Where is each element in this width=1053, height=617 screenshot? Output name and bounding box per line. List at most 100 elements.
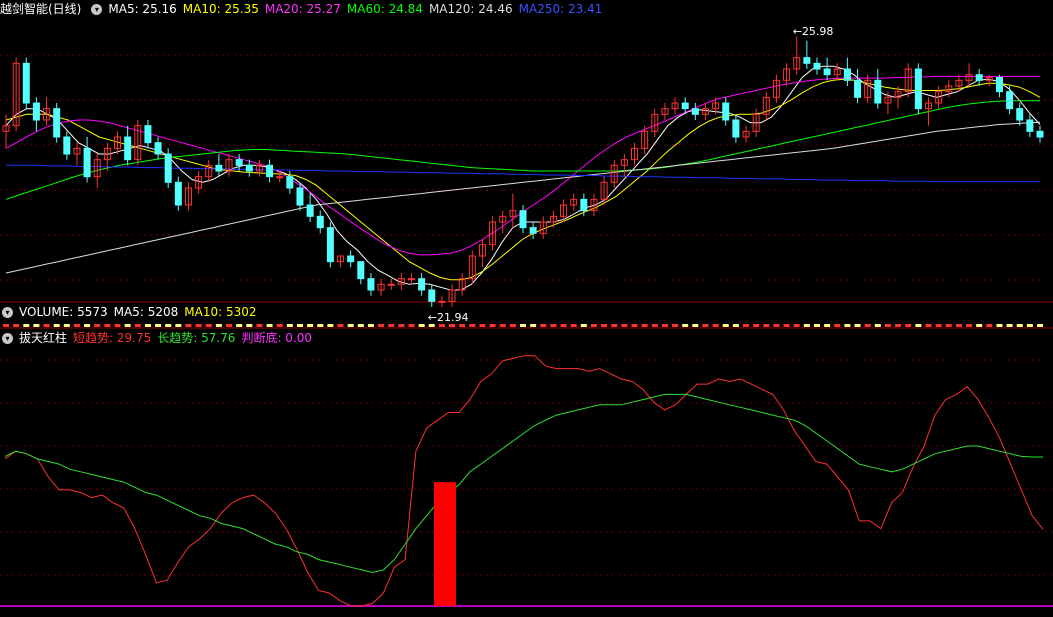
volume-bar xyxy=(641,324,648,327)
volume-bar xyxy=(570,324,577,327)
volume-bar xyxy=(276,324,283,327)
volume-bar xyxy=(246,324,253,327)
volume-bar xyxy=(601,324,608,327)
volume-bar xyxy=(367,324,374,327)
ma-line-ma10 xyxy=(5,78,1041,281)
volume-bar xyxy=(520,324,526,327)
volume-bar xyxy=(682,324,689,327)
volume-bar xyxy=(357,324,364,327)
candle-body xyxy=(418,278,426,291)
volume-bar xyxy=(63,324,70,327)
volume-bar xyxy=(773,324,780,327)
volume-bar xyxy=(43,324,50,327)
volume-bar xyxy=(185,324,192,327)
chart-canvas[interactable]: ←25.98 ←21.94 xyxy=(0,0,1053,617)
volume-bar xyxy=(286,324,293,327)
volume-bar xyxy=(134,324,141,327)
volume-bar xyxy=(1006,324,1013,327)
candle-body xyxy=(407,278,415,281)
candle-body xyxy=(174,181,182,206)
volume-bar xyxy=(621,324,628,327)
volume-bar xyxy=(509,324,516,327)
candle-body xyxy=(428,289,436,302)
volume-bar xyxy=(1026,324,1033,327)
volume-bar xyxy=(824,324,831,327)
candle-body xyxy=(154,142,162,155)
candle-body xyxy=(813,62,821,70)
volume-bar xyxy=(215,324,222,327)
volume-bar xyxy=(23,324,30,327)
volume-bar xyxy=(712,324,719,327)
candle-body xyxy=(347,255,355,263)
candle-body xyxy=(22,62,30,104)
volume-bar xyxy=(469,324,476,327)
volume-bar xyxy=(813,324,820,327)
volume-bar xyxy=(195,324,202,327)
volume-bar xyxy=(935,324,942,327)
candle-body xyxy=(53,108,61,138)
volume-bar xyxy=(408,324,415,327)
indicator-line xyxy=(4,355,1044,607)
volume-bar xyxy=(479,324,486,327)
volume-bar xyxy=(540,324,547,327)
candle-body xyxy=(854,79,862,98)
volume-bar xyxy=(611,324,618,327)
volume-bar xyxy=(1037,324,1043,327)
candle-body xyxy=(732,119,740,138)
candle-body xyxy=(681,102,689,110)
volume-bar xyxy=(378,324,385,327)
candle-body xyxy=(215,164,223,172)
volume-bar xyxy=(550,324,557,327)
volume-bar xyxy=(874,324,881,327)
volume-bar xyxy=(53,324,60,327)
candle-body xyxy=(874,79,882,104)
volume-bar xyxy=(438,324,445,327)
volume-bar xyxy=(915,324,922,327)
volume-bar xyxy=(307,324,314,327)
candle-body xyxy=(326,227,334,263)
candle-body xyxy=(1026,119,1034,132)
volume-bar xyxy=(986,324,993,327)
candle-body xyxy=(995,77,1003,93)
candle-body xyxy=(357,261,365,280)
candle-body xyxy=(914,68,922,110)
candle-body xyxy=(296,187,304,206)
volume-bar xyxy=(844,324,851,327)
volume-bar xyxy=(895,324,902,327)
candle-body xyxy=(164,153,172,183)
volume-bar xyxy=(753,324,760,327)
volume-bar xyxy=(732,324,739,327)
candle-body xyxy=(286,176,294,189)
indicator-line xyxy=(4,393,1043,574)
candle-body xyxy=(580,198,588,212)
candle-body xyxy=(83,147,91,178)
volume-bar xyxy=(256,324,263,327)
candle-body xyxy=(266,164,274,178)
volume-bar xyxy=(631,324,638,327)
volume-bar xyxy=(763,324,770,327)
volume-bar xyxy=(266,324,273,327)
candle-body xyxy=(387,283,395,286)
volume-bar xyxy=(925,324,932,327)
volume-bar xyxy=(864,324,871,327)
candle-body xyxy=(144,125,152,144)
volume-bar xyxy=(155,324,162,327)
volume-bar xyxy=(13,324,20,327)
volume-bar xyxy=(590,324,597,327)
candle-body xyxy=(1016,108,1024,121)
volume-bar xyxy=(560,324,567,327)
volume-bar xyxy=(165,324,172,327)
volume-bar xyxy=(661,324,668,327)
ma-line-ma250 xyxy=(6,164,1040,183)
volume-bar xyxy=(144,324,151,327)
volume-bar xyxy=(834,324,841,327)
volume-bar xyxy=(84,324,91,327)
candle-body xyxy=(438,300,446,303)
volume-bar xyxy=(793,324,800,327)
volume-bar xyxy=(175,324,182,327)
volume-bar xyxy=(73,324,80,327)
volume-bar xyxy=(124,324,131,327)
volume-bar xyxy=(743,324,750,327)
candle-body xyxy=(32,102,40,121)
candle-body xyxy=(367,278,375,291)
